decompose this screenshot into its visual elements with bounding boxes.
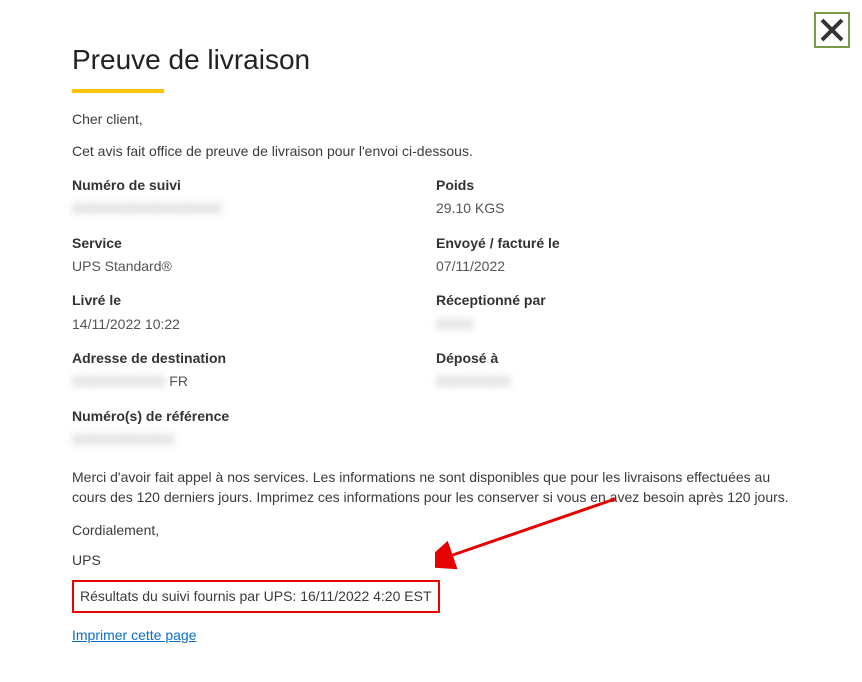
value-dest-addr-suffix: FR bbox=[165, 373, 188, 389]
field-billed: Envoyé / facturé le 07/11/2022 bbox=[436, 233, 790, 277]
page-title: Preuve de livraison bbox=[72, 40, 790, 91]
document-body: Preuve de livraison Cher client, Cet avi… bbox=[0, 0, 862, 665]
value-tracking: XXXXXXXXXXXXXXXX bbox=[72, 198, 221, 218]
label-billed: Envoyé / facturé le bbox=[436, 233, 790, 253]
intro-text: Cet avis fait office de preuve de livrai… bbox=[72, 141, 790, 161]
value-billed: 07/11/2022 bbox=[436, 256, 790, 276]
print-link-row: Imprimer cette page bbox=[72, 625, 790, 645]
label-reference: Numéro(s) de référence bbox=[72, 406, 790, 426]
value-delivered: 14/11/2022 10:22 bbox=[72, 314, 426, 334]
thanks-text: Merci d'avoir fait appel à nos services.… bbox=[72, 467, 790, 508]
field-tracking: Numéro de suivi XXXXXXXXXXXXXXXX bbox=[72, 175, 426, 219]
print-page-link[interactable]: Imprimer cette page bbox=[72, 627, 197, 643]
label-left-at: Déposé à bbox=[436, 348, 790, 368]
label-received-by: Réceptionné par bbox=[436, 290, 790, 310]
field-received-by: Réceptionné par XXXX bbox=[436, 290, 790, 334]
label-service: Service bbox=[72, 233, 426, 253]
field-delivered: Livré le 14/11/2022 10:22 bbox=[72, 290, 426, 334]
field-service: Service UPS Standard® bbox=[72, 233, 426, 277]
value-service: UPS Standard® bbox=[72, 256, 426, 276]
label-delivered: Livré le bbox=[72, 290, 426, 310]
value-received-by: XXXX bbox=[436, 314, 473, 334]
label-dest-addr: Adresse de destination bbox=[72, 348, 426, 368]
close-icon bbox=[818, 16, 846, 44]
field-weight: Poids 29.10 KGS bbox=[436, 175, 790, 219]
value-dest-addr-prefix: XXXXXXXXXX bbox=[72, 371, 165, 391]
field-left-at: Déposé à XXXXXXXX bbox=[436, 348, 790, 392]
results-highlight-box: Résultats du suivi fournis par UPS: 16/1… bbox=[72, 580, 440, 612]
results-text: Résultats du suivi fournis par UPS: 16/1… bbox=[80, 588, 432, 604]
field-dest-addr: Adresse de destination XXXXXXXXXX FR bbox=[72, 348, 426, 392]
company-text: UPS bbox=[72, 550, 790, 570]
value-left-at: XXXXXXXX bbox=[436, 371, 511, 391]
close-button[interactable] bbox=[814, 12, 850, 48]
greeting-text: Cher client, bbox=[72, 109, 790, 129]
field-reference: Numéro(s) de référence XXXXXXXXXXX bbox=[72, 406, 790, 450]
label-weight: Poids bbox=[436, 175, 790, 195]
value-reference: XXXXXXXXXXX bbox=[72, 429, 175, 449]
details-grid: Numéro de suivi XXXXXXXXXXXXXXXX Poids 2… bbox=[72, 175, 790, 449]
value-weight: 29.10 KGS bbox=[436, 198, 790, 218]
signoff-text: Cordialement, bbox=[72, 520, 790, 540]
label-tracking: Numéro de suivi bbox=[72, 175, 426, 195]
